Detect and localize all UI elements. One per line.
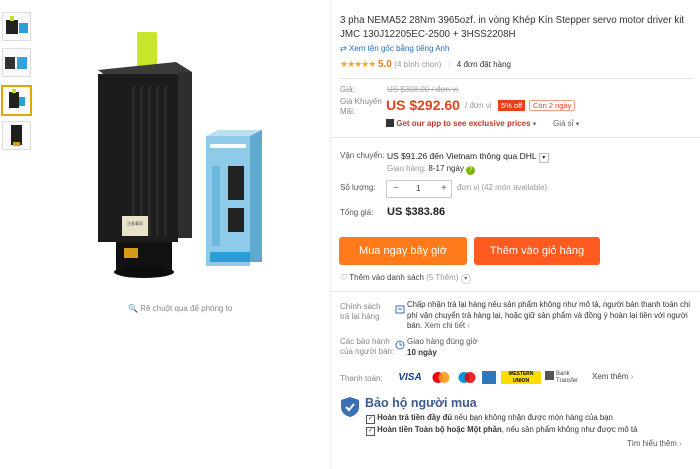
tiered-price-text[interactable]: Giá sỉ [553, 119, 573, 128]
app-offer-text[interactable]: Get our app to see exclusive prices [396, 119, 530, 128]
visa-icon: VISA [398, 372, 422, 383]
help-icon[interactable]: ? [466, 166, 476, 175]
translate-icon: ⇄ [340, 44, 347, 53]
shipping-value-text[interactable]: US $91.26 đến Vietnam thông qua DHL [387, 151, 536, 161]
payment-more-text[interactable]: Xem thêm [592, 372, 628, 381]
amex-icon [482, 371, 496, 384]
protection-item-1: ✓ Hoàn trả tiền đầy đủ nếu bạn không nhậ… [366, 413, 613, 424]
divider [331, 137, 700, 138]
chevron-down-icon: ▾ [460, 274, 471, 284]
quantity-available: đơn vị (42 món available) [457, 183, 548, 192]
chevron-down-icon: ▾ [575, 121, 580, 128]
delivery-row: Giao hàng: 8-17 ngày ? [387, 164, 476, 175]
wishlist-count: (5 Thêm) [426, 273, 459, 282]
translate-link[interactable]: ⇄ Xem tên gốc bằng tiếng Anh [340, 44, 449, 53]
payment-more-link[interactable]: Xem thêm › [592, 372, 633, 381]
thumbnail-3-selected[interactable] [1, 85, 32, 116]
seller-guarantee-days: 10 ngày [407, 348, 437, 357]
buy-now-button[interactable]: Mua ngay bây giờ [339, 237, 467, 265]
payment-label: Thanh toán: [340, 374, 383, 383]
motor-label-text: 注意事项 [127, 220, 143, 226]
promo-price-label: Giá Khuyến Mãi: [340, 97, 382, 116]
checkbox-check-icon: ✓ [366, 415, 375, 424]
chevron-right-icon: › [679, 439, 682, 448]
mastercard-icon [430, 371, 452, 384]
zoom-hint-text: Rê chuột qua để phóng to [140, 304, 233, 313]
price-unit: / đơn vị [465, 101, 492, 110]
shipping-label: Vận chuyển: [340, 151, 385, 160]
app-offer-link[interactable]: Get our app to see exclusive prices ▾ [386, 119, 536, 128]
promo-price: US $292.60 [386, 97, 460, 113]
learn-more-text[interactable]: Tìm hiểu thêm [627, 439, 677, 448]
motor-label [122, 216, 148, 236]
maestro-icon [456, 371, 478, 384]
divider [339, 78, 694, 79]
wishlist-text[interactable]: Thêm vào danh sách [349, 273, 424, 282]
seller-guarantee-label: Các bảo hành của người bán: [340, 337, 395, 356]
rating-score: 5.0 [377, 59, 392, 70]
heart-icon: ♡ [340, 273, 348, 282]
chevron-down-icon: ▾ [532, 121, 537, 128]
bank-transfer-text: Bank Transfer [556, 371, 579, 384]
motor-shaft [137, 32, 157, 68]
star-rating-icon: ★★★★★ [340, 59, 376, 69]
protection-item-2-rest: , nếu sản phẩm không như được mô tả [501, 425, 638, 434]
protection-item-2: ✓ Hoàn tiền Toàn bộ hoặc Một phần, nếu s… [366, 425, 637, 436]
discount-badge: 5% off [498, 100, 526, 111]
protection-item-1-rest: nếu bạn không nhận được món hàng của bạn [452, 413, 613, 422]
delivery-time: 8-17 ngày [428, 164, 464, 173]
total-label: Tổng giá: [340, 208, 374, 217]
quantity-input[interactable]: 1 [416, 181, 420, 197]
bank-transfer-icon: Bank Transfer [545, 371, 585, 384]
qr-code-icon [386, 119, 394, 127]
price-label: Giá: [340, 85, 355, 94]
tiered-price-link[interactable]: Giá sỉ ▾ [553, 119, 579, 128]
western-union-icon: WESTERN UNION [501, 371, 541, 384]
orders-count: 4 đơn đặt hàng [456, 60, 511, 69]
return-policy-more-link[interactable]: Xem chi tiết [424, 321, 465, 330]
return-policy-text: Chấp nhận trả lại hàng nếu sản phẩm khôn… [407, 300, 695, 332]
rating-row: ★★★★★ 5.0 (4 bình chọn) | 4 đơn đặt hàng [340, 59, 511, 70]
shield-icon [340, 396, 360, 423]
total-price: US $383.86 [387, 206, 446, 218]
thumbnail-4[interactable] [2, 121, 31, 150]
shipping-value[interactable]: US $91.26 đến Vietnam thông qua DHL ▾ [387, 151, 549, 163]
checkbox-check-icon: ✓ [366, 427, 375, 436]
seller-guarantee-text: Giao hàng đúng giờ [407, 337, 478, 346]
zoom-hint: 🔍 Rê chuột qua để phóng to [128, 304, 232, 313]
payment-methods: VISA WESTERN UNION Bank Transfer Xem thê… [395, 371, 665, 386]
column-divider [330, 0, 331, 469]
buyer-protection-title: Bảo hộ người mua [365, 396, 477, 410]
chevron-right-icon: › [630, 372, 634, 381]
protection-item-2-bold: Hoàn tiền Toàn bộ hoặc Một phần [377, 425, 502, 434]
thumbnail-2[interactable] [2, 48, 31, 77]
learn-more-link[interactable]: Tìm hiểu thêm › [627, 439, 682, 448]
quantity-stepper: − 1 + [386, 180, 452, 198]
return-policy-label: Chính sách trả lại hàng [340, 302, 381, 321]
main-product-image[interactable]: 注意事项 [36, 26, 326, 294]
divider [331, 291, 700, 292]
protection-item-1-bold: Hoàn trả tiền đầy đủ [377, 413, 453, 422]
quantity-label: Số lượng: [340, 183, 376, 192]
translate-link-text[interactable]: Xem tên gốc bằng tiếng Anh [349, 44, 450, 53]
magnifier-icon: 🔍 [128, 304, 138, 313]
original-price: US $308.00 / đơn vị [387, 85, 459, 94]
delivery-label: Giao hàng: [387, 164, 427, 173]
wishlist-row[interactable]: ♡ Thêm vào danh sách (5 Thêm) ▾ [340, 273, 471, 284]
chevron-right-icon: › [467, 321, 470, 330]
add-to-cart-button[interactable]: Thêm vào giỏ hàng [474, 237, 600, 265]
quantity-minus-button[interactable]: − [393, 181, 399, 197]
product-title: 3 pha NEMA52 28Nm 3965ozf. in vòng Khép … [340, 15, 685, 40]
days-left-badge: Còn 2 ngày [529, 100, 576, 111]
ontime-icon [395, 337, 405, 355]
rating-count[interactable]: (4 bình chọn) [394, 60, 441, 69]
thumbnail-1[interactable] [2, 12, 31, 41]
quantity-plus-button[interactable]: + [441, 181, 447, 197]
chevron-down-icon: ▾ [538, 153, 549, 163]
